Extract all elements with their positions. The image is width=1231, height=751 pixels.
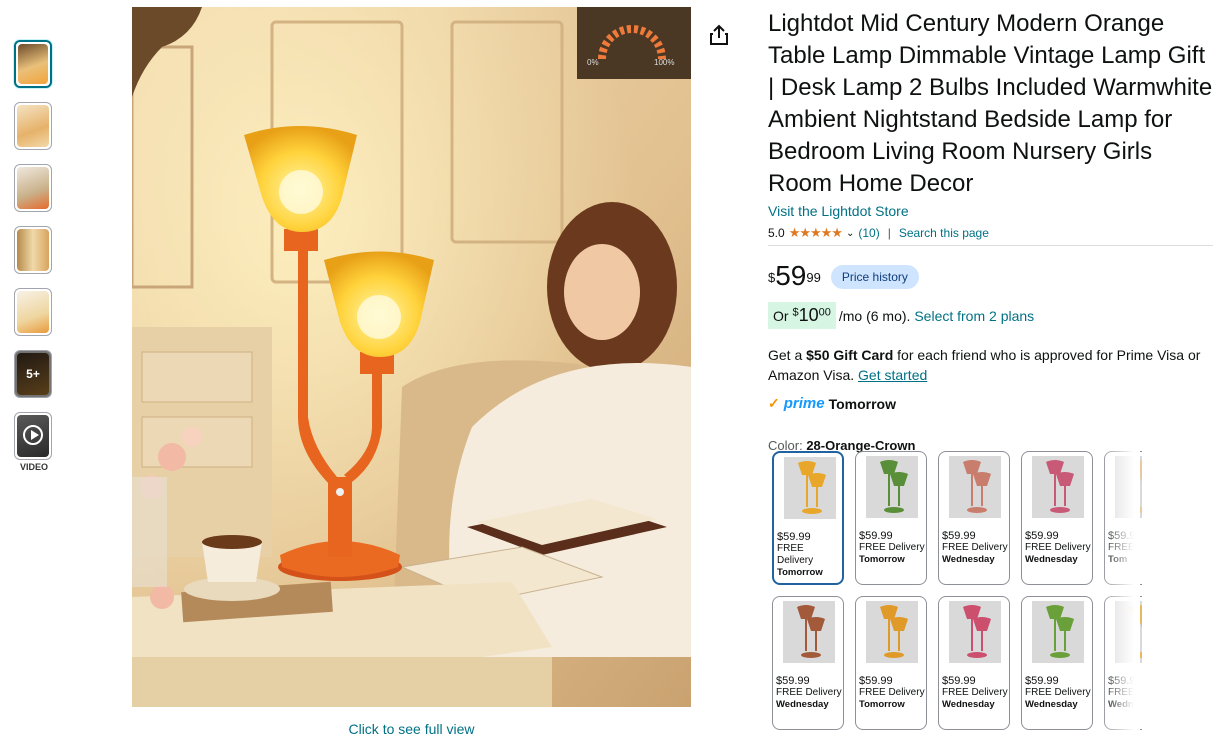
swatch-delivery-day: Wednesday [942,699,995,710]
swatch-price: $59.99 [942,530,976,542]
swatch-delivery-day: Tomorrow [859,699,905,710]
swatch-image [949,601,1001,663]
play-icon [23,425,43,445]
thumbnail-3[interactable] [14,164,52,212]
swatch-image [784,457,836,519]
color-swatch[interactable]: $59.99 FREE Delivery Wednesday [772,596,844,730]
share-icon[interactable] [708,24,730,46]
color-swatch[interactable]: $59.99 FREE Delivery Wednesday [938,451,1010,585]
swatch-delivery-day: Wednesday [1025,554,1078,565]
select-plans-link[interactable]: Select from 2 plans [914,308,1034,324]
color-swatch[interactable]: $59.99 FREE Delivery Tomorrow [855,596,927,730]
swatch-delivery-day: Wednesday [942,554,995,565]
swatch-delivery: FREE Delivery [1025,542,1091,553]
monthly-term: /mo (6 mo). [838,307,911,324]
separator: | [887,226,891,240]
star-rating-icon[interactable]: ★★★★★ [789,225,843,241]
swatch-price: $59.99 [859,675,893,687]
product-details: Lightdot Mid Century Modern Orange Table… [768,8,1213,453]
swatch-image [866,601,918,663]
thumbnail-4[interactable] [14,226,52,274]
full-view-link[interactable]: Click to see full view [132,721,691,737]
price-row: $5999 Price history [768,262,1213,290]
color-swatch[interactable]: $59.99 FREE Delivery Tomorrow [855,451,927,585]
color-swatch-grid: $59.99 FREE Delivery Tomorrow $59.99 FREE De… [772,451,1142,751]
swatch-price: $59.99 [1025,675,1059,687]
thumbnail-strip: 5+ VIDEO [14,40,54,472]
product-title: Lightdot Mid Century Modern Orange Table… [768,10,1213,197]
swatch-delivery: FREE Delivery [942,687,1008,698]
thumbnail-2[interactable] [14,102,52,150]
dimmer-right-label: 100% [654,58,674,67]
prime-logo: prime [783,395,825,412]
swatch-price: $59.99 [777,531,811,543]
dimmer-left-label: 0% [587,58,599,67]
swatch-delivery-day: Tomorrow [777,567,823,578]
swatch-delivery: FREE Delivery [777,543,814,566]
swatch-delivery-day: Tomorrow [859,554,905,565]
swatch-delivery: FREE Delivery [1025,687,1091,698]
rating-value: 5.0 [768,226,785,240]
swatch-delivery-day: Wednesday [776,699,829,710]
rating-row: 5.0 ★★★★★ ⌄ (10) | Search this page [768,225,1213,246]
swatch-delivery: FREE Delivery [859,542,925,553]
get-started-link[interactable]: Get started [858,367,927,383]
color-swatch[interactable]: $59.99 FREE Delivery Tomorrow [772,451,844,585]
swatch-price: $59.99 [776,675,810,687]
swatch-image [866,456,918,518]
swatch-image [1032,456,1084,518]
monthly-price: Or $1000 [768,302,836,329]
price: $5999 [768,260,821,291]
color-swatch[interactable]: $59.99 FREE Delivery Wednesday [1021,596,1093,730]
color-swatch[interactable]: $59.99 FREE Delivery Wednesday [1021,451,1093,585]
main-product-image[interactable]: 0% 100% [132,7,691,707]
review-count-link[interactable]: (10) [858,226,879,240]
swatch-price: $59.99 [1025,530,1059,542]
swatch-image [1032,601,1084,663]
prime-delivery: ✓ prime Tomorrow [768,395,1213,412]
thumbnail-video[interactable] [14,412,52,460]
swatch-fade [1100,445,1140,751]
more-images-count: 5+ [15,351,51,397]
swatch-delivery: FREE Delivery [942,542,1008,553]
price-history-button[interactable]: Price history [830,265,919,289]
swatch-delivery: FREE Delivery [859,687,925,698]
gift-card-offer: Get a $50 Gift Card for each friend who … [768,347,1201,383]
monthly-payment-row: Or $1000 /mo (6 mo). Select from 2 plans [768,302,1213,329]
prime-check-icon: ✓ [768,395,780,411]
swatch-price: $59.99 [859,530,893,542]
swatch-image [783,601,835,663]
store-link[interactable]: Visit the Lightdot Store [768,203,1213,219]
prime-delivery-day: Tomorrow [828,395,896,412]
thumbnail-5[interactable] [14,288,52,336]
chevron-down-icon[interactable]: ⌄ [846,228,854,239]
thumbnail-1[interactable] [14,40,52,88]
swatch-image [949,456,1001,518]
swatch-price: $59.99 [942,675,976,687]
video-label: VIDEO [19,462,48,472]
color-swatch[interactable]: $59.99 FREE Delivery Wednesday [938,596,1010,730]
thumbnail-6[interactable]: 5+ [14,350,52,398]
swatch-delivery: FREE Delivery [776,687,842,698]
search-page-link[interactable]: Search this page [899,226,989,240]
swatch-delivery-day: Wednesday [1025,699,1078,710]
